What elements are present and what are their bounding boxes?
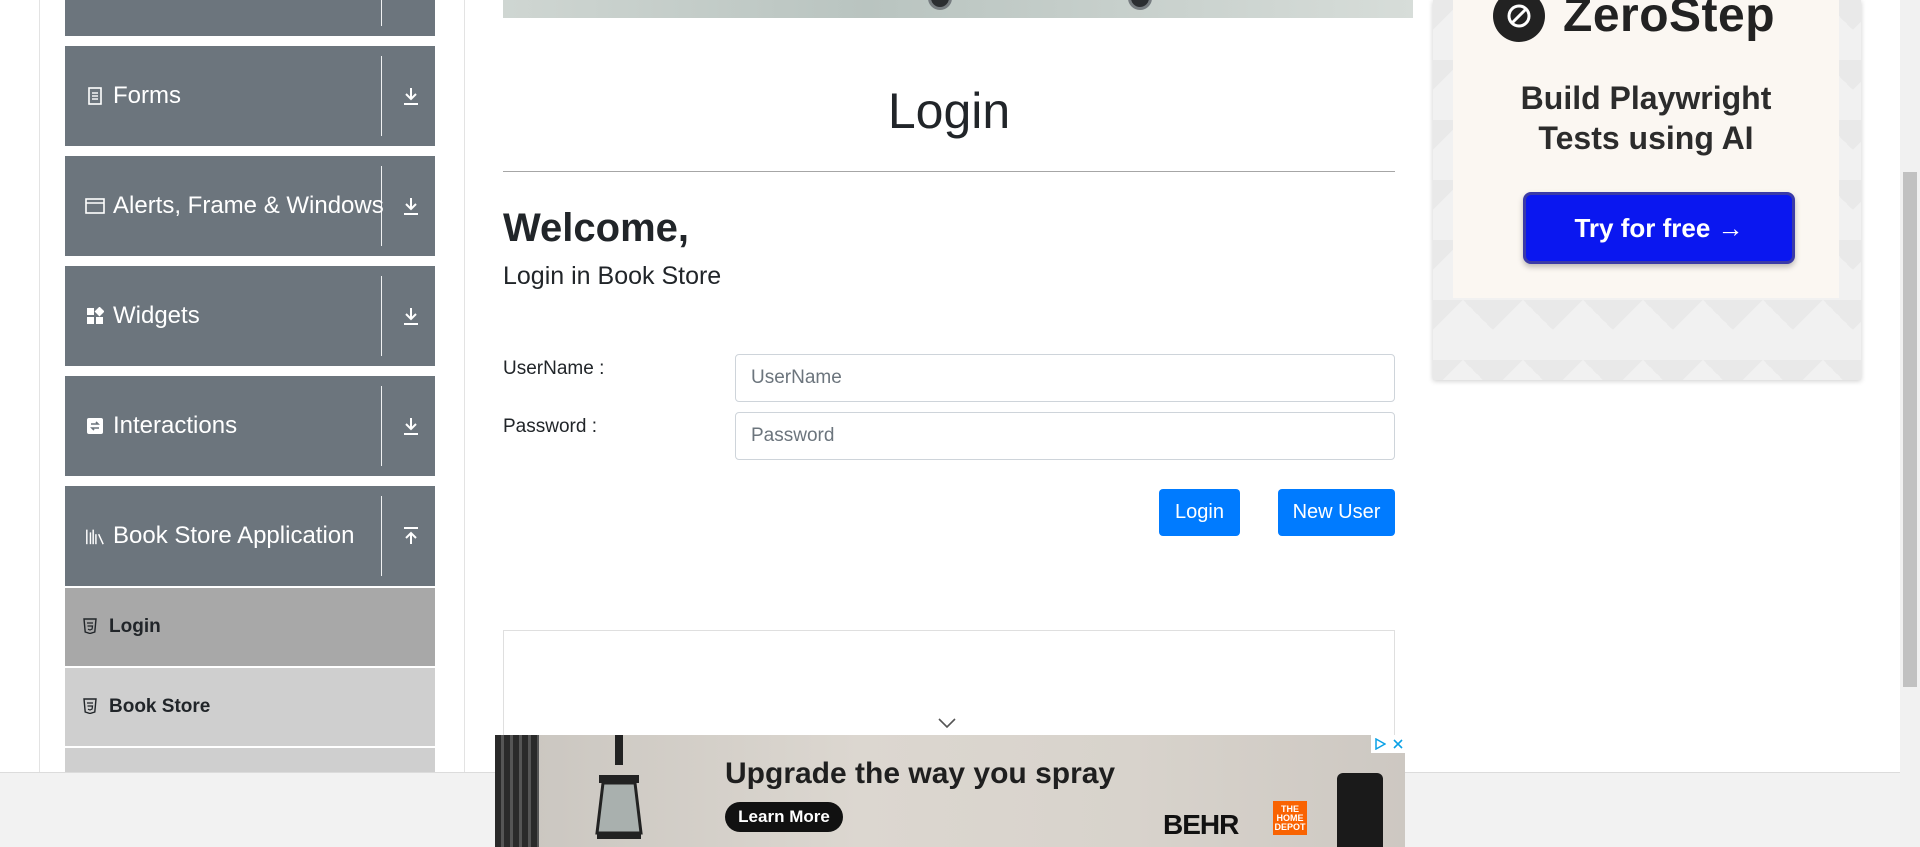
- group-separator: [381, 276, 382, 356]
- sidebar-group-label: Interactions: [113, 412, 238, 439]
- learn-more-button[interactable]: Learn More: [725, 802, 843, 832]
- sidebar-item-label: Login: [109, 616, 161, 637]
- title-divider: [503, 171, 1395, 172]
- expand-icon[interactable]: [399, 304, 423, 328]
- group-label: Widgets: [85, 266, 200, 366]
- html5-icon: [83, 618, 101, 636]
- login-subheading: Login in Book Store: [503, 262, 722, 290]
- sidebar-group-alerts[interactable]: Alerts, Frame & Windows: [65, 156, 435, 256]
- spray-can-graphic: [1337, 773, 1383, 847]
- scrollbar-thumb[interactable]: [1903, 172, 1917, 687]
- left-divider: [39, 0, 40, 772]
- zerostep-logo-icon: [1493, 0, 1545, 42]
- behr-ad[interactable]: Upgrade the way you spray Learn More BEH…: [495, 735, 1405, 847]
- welcome-heading: Welcome,: [503, 206, 689, 250]
- sidebar-group-label: Alerts, Frame & Windows: [113, 192, 384, 219]
- widgets-icon: [85, 306, 105, 326]
- try-for-free-button[interactable]: Try for free →: [1523, 192, 1795, 264]
- group-separator: [381, 56, 382, 136]
- sidebar-group-label: Forms: [113, 82, 181, 109]
- sidebar-item-label: Book Store: [109, 696, 211, 717]
- window-icon: [85, 196, 105, 216]
- behr-logo: BEHR: [1163, 809, 1239, 840]
- group-label: Alerts, Frame & Windows: [85, 156, 384, 256]
- username-label: UserName :: [503, 358, 605, 379]
- group-separator: [381, 166, 382, 246]
- expand-icon[interactable]: [399, 414, 423, 438]
- home-depot-logo: THE HOME DEPOT: [1273, 801, 1307, 835]
- zerostep-ad[interactable]: ZeroStep Build Playwright Tests using AI…: [1433, 0, 1861, 380]
- adchoices-icon[interactable]: [1371, 735, 1389, 753]
- lamp-graphic: [595, 735, 643, 839]
- group-separator: [381, 0, 382, 26]
- sidebar-group-label: Book Store Application: [113, 522, 355, 549]
- group-label: Book Store Application: [85, 486, 355, 586]
- ad-card: ZeroStep Build Playwright Tests using AI…: [1453, 0, 1839, 298]
- wheel: [1128, 0, 1152, 10]
- form-icon: [85, 86, 105, 106]
- top-banner-image: [503, 0, 1413, 18]
- password-input[interactable]: [735, 412, 1395, 460]
- sidebar-group-elements[interactable]: [65, 0, 435, 36]
- close-icon[interactable]: [1389, 735, 1405, 753]
- group-label: Interactions: [85, 376, 237, 476]
- ad-headline-line1: Build Playwright: [1520, 80, 1772, 116]
- ad-shutter-graphic: [495, 735, 539, 847]
- ad-logo: ZeroStep: [1493, 0, 1775, 43]
- new-user-button[interactable]: New User: [1278, 489, 1395, 536]
- vertical-scrollbar[interactable]: [1900, 0, 1920, 847]
- password-label: Password :: [503, 416, 597, 437]
- ad-headline-line2: Tests using AI: [1538, 120, 1754, 156]
- sidebar-item-login[interactable]: Login: [65, 588, 435, 666]
- login-button[interactable]: Login: [1159, 489, 1240, 536]
- ad-brand: ZeroStep: [1563, 0, 1776, 42]
- sidebar-group-label: Widgets: [113, 302, 200, 329]
- ad-headline: Upgrade the way you spray: [725, 757, 1116, 790]
- chevron-down-icon[interactable]: [937, 716, 957, 730]
- sidebar-group-bookstore[interactable]: Book Store Application: [65, 486, 435, 586]
- expand-icon[interactable]: [399, 194, 423, 218]
- sidebar-item-book-store[interactable]: Book Store: [65, 668, 435, 746]
- right-divider: [464, 0, 465, 772]
- collapse-icon[interactable]: [399, 524, 423, 548]
- sidebar-group-forms[interactable]: Forms: [65, 46, 435, 146]
- sidebar-group-interactions[interactable]: Interactions: [65, 376, 435, 476]
- username-input[interactable]: [735, 354, 1395, 402]
- books-icon: [85, 526, 105, 546]
- sidebar-group-widgets[interactable]: Widgets: [65, 266, 435, 366]
- group-label: Forms: [85, 46, 181, 146]
- page-title: Login: [887, 83, 1011, 139]
- ad-headline: Build Playwright Tests using AI: [1453, 78, 1839, 158]
- left-panel: Forms Alerts, Frame & Windows Widgets In…: [0, 0, 465, 826]
- interactions-icon: [85, 416, 105, 436]
- wheel: [928, 0, 952, 10]
- group-separator: [381, 386, 382, 466]
- expand-icon[interactable]: [399, 84, 423, 108]
- html5-icon: [83, 698, 101, 716]
- group-separator: [381, 496, 382, 576]
